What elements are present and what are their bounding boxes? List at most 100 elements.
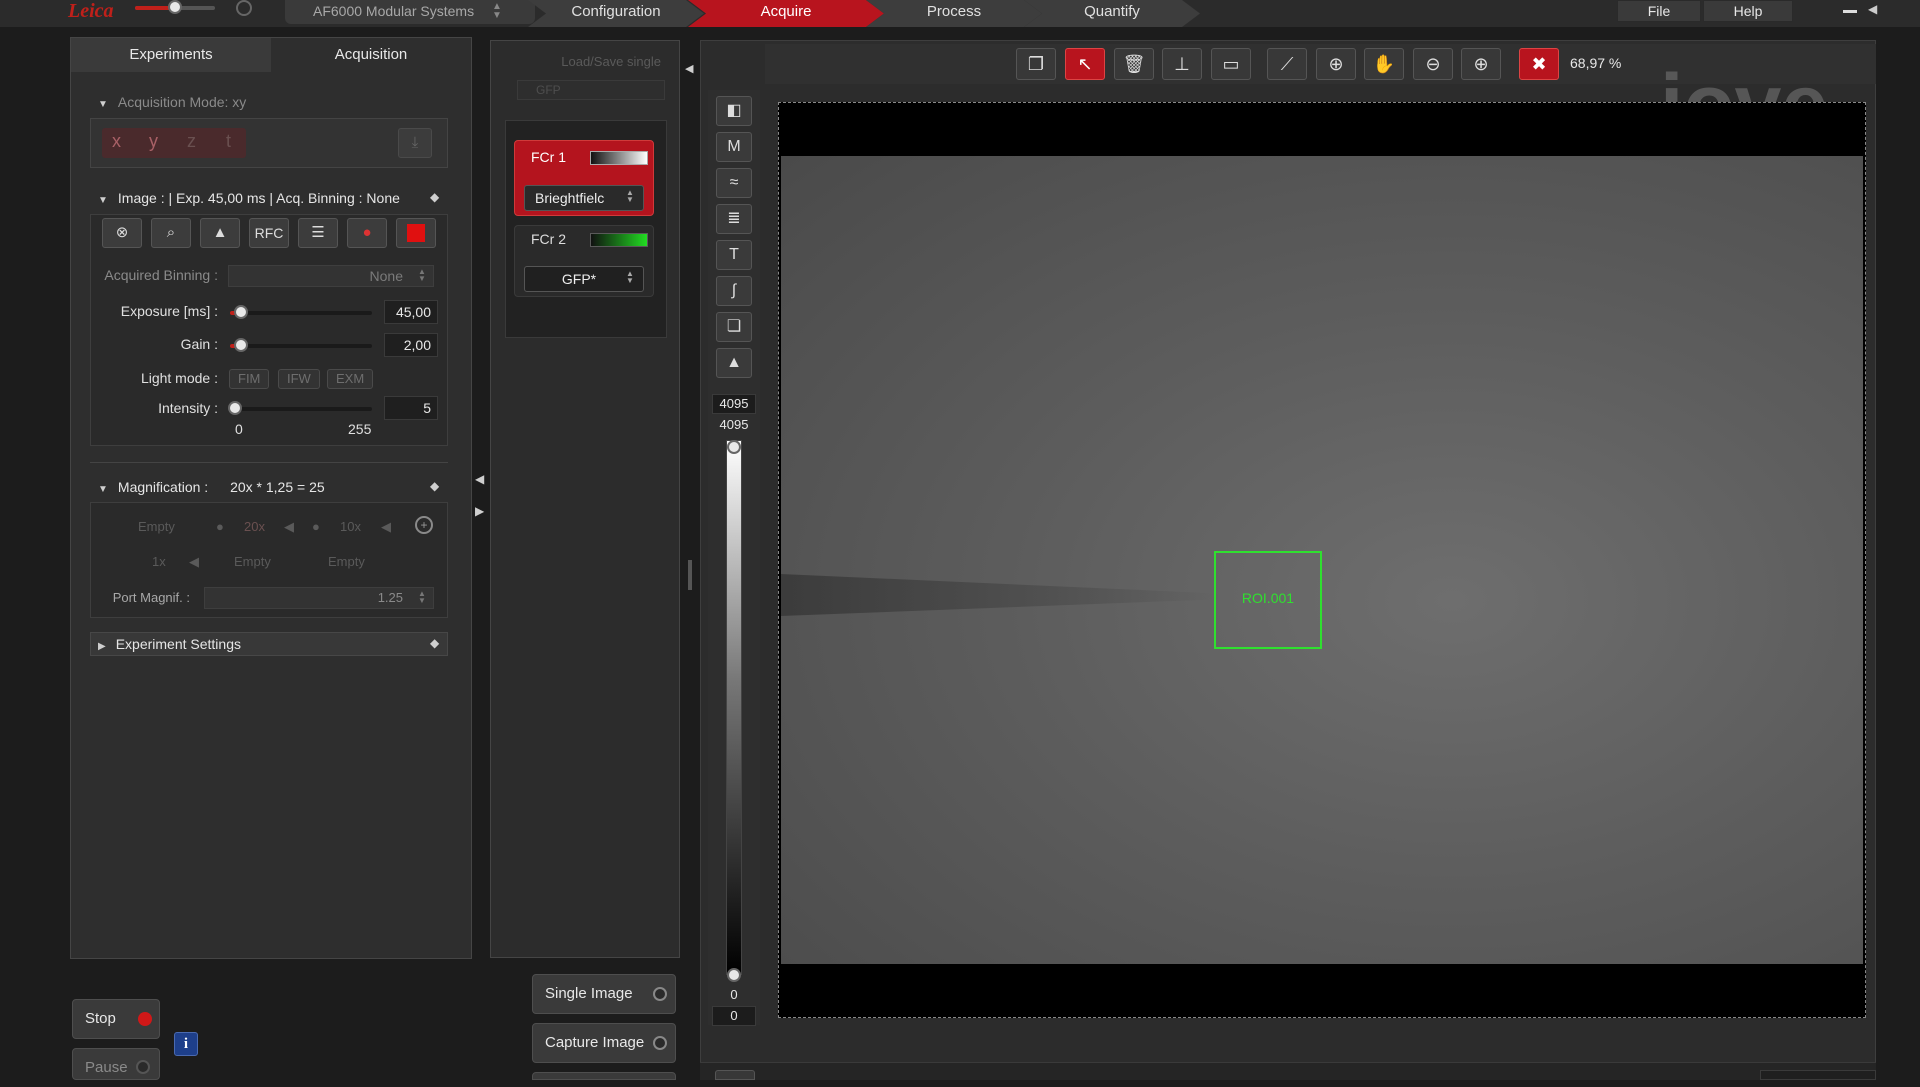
status-tab[interactable] <box>715 1070 755 1080</box>
top-slider-knob[interactable] <box>168 0 182 14</box>
lut-gamma-icon[interactable]: ∫ <box>716 276 752 306</box>
rectangle-roi-icon[interactable]: ▭ <box>1211 48 1251 80</box>
histogram-icon[interactable]: ▲ <box>200 218 240 248</box>
axis-z-button[interactable]: z <box>187 131 196 152</box>
preset-select[interactable]: GFP <box>517 80 665 100</box>
capture-image-radio-icon <box>653 1036 667 1050</box>
light-mode-fim[interactable]: FIM <box>229 369 270 389</box>
measure-line-icon[interactable]: ⟋ <box>1267 48 1307 80</box>
zoom-out-icon[interactable]: ⊖ <box>1413 48 1453 80</box>
intensity-slider-knob[interactable] <box>227 401 242 415</box>
color-swatch-icon[interactable] <box>396 218 436 248</box>
lut-text-icon[interactable]: T <box>716 240 752 270</box>
tab-quantify[interactable]: Quantify <box>1024 0 1200 27</box>
objective-slot-3[interactable]: 10x <box>340 519 361 534</box>
lut-gradient-bar[interactable] <box>726 440 742 975</box>
color-channels-icon[interactable]: ● <box>347 218 387 248</box>
exposure-value[interactable]: 45,00 <box>384 300 438 324</box>
single-image-label: Single Image <box>545 985 633 1002</box>
tab-acquisition[interactable]: Acquisition <box>271 38 471 72</box>
next-button-partial[interactable] <box>532 1072 676 1080</box>
tube-lens-slot-3[interactable]: Empty <box>328 554 365 569</box>
app-logo: Leica <box>68 0 114 22</box>
load-save-button[interactable]: Load/Save single <box>505 50 667 74</box>
collapse-icon[interactable]: ◀ <box>1868 2 1877 16</box>
layers-icon[interactable]: ❐ <box>1016 48 1056 80</box>
tab-experiments[interactable]: Experiments <box>71 38 271 72</box>
chevron-down-icon: ▼ <box>98 195 108 206</box>
stop-label: Stop <box>85 1010 116 1027</box>
magnification-value: 20x * 1,25 = 25 <box>230 479 325 495</box>
collapse-left-icon[interactable]: ◀ <box>685 62 693 75</box>
minimize-icon[interactable] <box>1843 10 1857 13</box>
gain-value[interactable]: 2,00 <box>384 333 438 357</box>
light-mode-exm[interactable]: EXM <box>327 369 374 389</box>
pause-indicator-icon <box>136 1060 150 1074</box>
objective-slot-1[interactable]: Empty <box>138 519 175 534</box>
pointer-tool-icon[interactable]: ↖ <box>1065 48 1105 80</box>
settings-list-icon[interactable]: ☰ <box>298 218 338 248</box>
add-objective-icon[interactable]: + <box>415 516 433 534</box>
objective-slot-2[interactable]: 20x <box>244 519 265 534</box>
zoom-level: 68,97 % <box>1570 55 1622 71</box>
select-arrows-icon: ▲ ▼ <box>626 188 634 204</box>
acquired-binning-select[interactable]: None <box>228 265 434 287</box>
intensity-label: Intensity : <box>158 400 218 416</box>
lut-max-field[interactable]: 4095 <box>712 394 756 414</box>
menu-file[interactable]: File <box>1617 0 1701 22</box>
lut-max-handle[interactable] <box>727 440 741 454</box>
collapse-left-icon[interactable]: ◀ <box>475 472 484 486</box>
lut-min-handle[interactable] <box>727 968 741 982</box>
axis-x-button[interactable]: x <box>112 131 121 152</box>
baseline-icon[interactable]: ⊥ <box>1162 48 1202 80</box>
pan-hand-icon[interactable]: ✋ <box>1364 48 1404 80</box>
lut-curve-icon[interactable]: ≈ <box>716 168 752 198</box>
system-select-arrows-icon[interactable]: ▲ ▼ <box>492 2 502 21</box>
axis-t-button[interactable]: t <box>226 131 231 152</box>
exposure-slider[interactable] <box>230 311 372 315</box>
axis-y-button[interactable]: y <box>149 131 158 152</box>
acquisition-mode-label: Acquisition Mode: xy <box>117 94 247 110</box>
fit-to-window-icon[interactable]: ✖ <box>1519 48 1559 80</box>
port-magnif-label: Port Magnif. : <box>112 590 190 605</box>
single-image-radio-icon <box>653 987 667 1001</box>
tab-acquire[interactable]: Acquire <box>688 0 884 27</box>
pause-label: Pause <box>85 1059 128 1076</box>
histogram-icon[interactable]: ▲ <box>716 348 752 378</box>
light-mode-label: Light mode : <box>140 370 218 386</box>
image-section-header[interactable]: ▼ Image : | Exp. 45,00 ms | Acq. Binning … <box>98 186 443 210</box>
rfc-button[interactable]: RFC <box>249 218 289 248</box>
crosshair-icon[interactable]: ⊕ <box>1316 48 1356 80</box>
shutter-icon[interactable]: ⊗ <box>102 218 142 248</box>
display-mode-icon[interactable]: ◧ <box>716 96 752 126</box>
intensity-slider[interactable] <box>232 407 372 411</box>
tab-configuration[interactable]: Configuration <box>528 0 704 27</box>
splitter-handle[interactable] <box>688 560 692 590</box>
magnification-label: Magnification : <box>117 479 209 495</box>
lut-manual-icon[interactable]: M <box>716 132 752 162</box>
zoom-in-icon[interactable]: ⊕ <box>1461 48 1501 80</box>
port-magnif-select[interactable]: 1.25 <box>204 587 434 609</box>
pin-icon[interactable]: ◆ <box>430 190 439 204</box>
lut-scale-icon[interactable]: ≣ <box>716 204 752 234</box>
gain-slider[interactable] <box>230 344 372 348</box>
zoom-settings-icon[interactable]: ⌕ <box>151 218 191 248</box>
microscope-image[interactable] <box>781 156 1863 964</box>
expand-right-icon[interactable]: ▶ <box>475 504 484 518</box>
pin-icon[interactable]: ◆ <box>430 479 439 493</box>
pin-icon[interactable]: ◆ <box>430 636 439 650</box>
tube-lens-slot-1[interactable]: 1x <box>152 554 166 569</box>
tab-process[interactable]: Process <box>866 0 1042 27</box>
magnification-header[interactable]: ▼ Magnification : 20x * 1,25 = 25 <box>98 475 443 499</box>
acquisition-mode-header[interactable]: ▼ Acquisition Mode: xy <box>98 90 458 114</box>
light-mode-ifw[interactable]: IFW <box>278 369 320 389</box>
menu-help[interactable]: Help <box>1703 0 1793 22</box>
lut-min-field[interactable]: 0 <box>712 1006 756 1026</box>
lut-copy-icon[interactable]: ❏ <box>716 312 752 342</box>
info-icon[interactable]: i <box>174 1032 198 1056</box>
download-icon[interactable]: ⤓ <box>398 128 432 158</box>
intensity-value[interactable]: 5 <box>384 396 438 420</box>
trash-icon[interactable]: 🗑 <box>1114 48 1154 80</box>
tube-lens-slot-2[interactable]: Empty <box>234 554 271 569</box>
experiment-settings-header[interactable]: ▶ Experiment Settings <box>98 632 241 659</box>
